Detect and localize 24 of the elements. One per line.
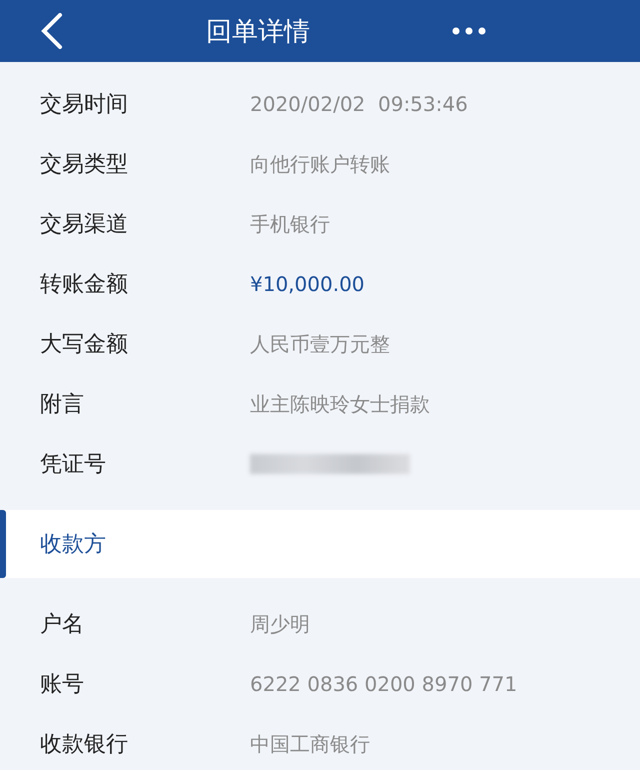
field-value: 2020/02/02 09:53:46: [250, 92, 468, 116]
field-value: 6222 0836 0200 8970 771: [250, 672, 518, 696]
field-value: 业主陈映玲女士捐款: [250, 390, 430, 418]
accent-bar: [0, 510, 6, 578]
field-value: 人民币壹万元整: [250, 330, 390, 358]
field-value: 向他行账户转账: [250, 150, 390, 178]
field-label: 交易渠道: [40, 211, 129, 239]
section-title: 收款方: [40, 531, 106, 559]
field-label: 收款银行: [40, 731, 129, 759]
field-label: 凭证号: [40, 451, 107, 479]
field-value: 手机银行: [250, 210, 330, 238]
field-label: 账号: [40, 671, 85, 699]
back-icon[interactable]: [40, 13, 64, 49]
field-label: 户名: [40, 611, 85, 639]
field-label: 交易类型: [40, 151, 129, 179]
page-title: 回单详情: [206, 16, 310, 48]
field-label: 附言: [40, 391, 85, 419]
field-value: 周少明: [250, 610, 310, 638]
field-label: 交易时间: [40, 91, 129, 119]
field-label: 大写金额: [40, 331, 129, 359]
field-label: 转账金额: [40, 271, 129, 299]
more-icon[interactable]: [452, 27, 486, 35]
field-value: 中国工商银行: [250, 730, 370, 758]
amount-value: ¥10,000.00: [250, 272, 365, 296]
